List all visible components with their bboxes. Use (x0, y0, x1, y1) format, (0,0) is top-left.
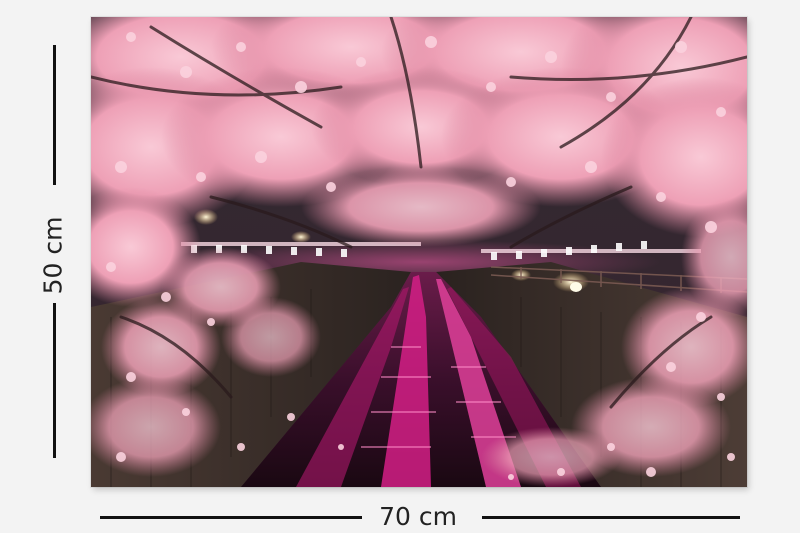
canvas-print (91, 17, 747, 487)
height-dimension-line-top (53, 45, 56, 185)
cherry-blossom-canal-photo (91, 17, 747, 487)
width-dimension-line-left (100, 516, 362, 519)
height-label-text: 50 cm (38, 216, 68, 294)
width-dimension-line-right (482, 516, 740, 519)
width-dimension-label: 70 cm (379, 502, 457, 531)
height-dimension-line-bottom (53, 303, 56, 458)
product-image: 50 cm 70 cm (0, 0, 800, 533)
height-dimension-label: 50 cm (20, 205, 86, 305)
